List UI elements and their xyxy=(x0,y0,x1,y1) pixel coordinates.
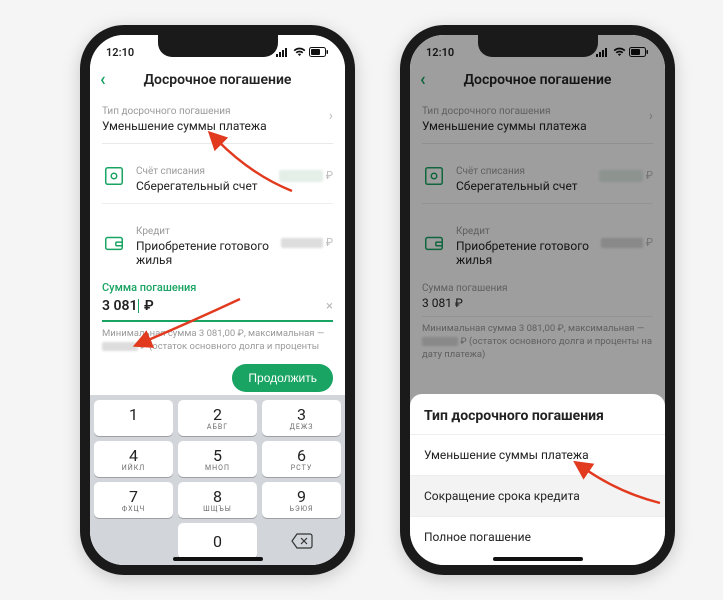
type-value: Уменьшение суммы платежа xyxy=(422,119,587,133)
divider xyxy=(422,203,653,204)
wallet-icon xyxy=(422,231,446,255)
repayment-type-row[interactable]: Тип досрочного погашения Уменьшение сумм… xyxy=(422,98,653,144)
account-balance: ₽ xyxy=(279,169,333,182)
credit-row[interactable]: Кредит Приобретение готового жилья ₽ xyxy=(422,218,653,267)
screen-left: 12:10 ‹ Досрочное погашение Тип досрочно… xyxy=(90,35,345,565)
phone-left: 12:10 ‹ Досрочное погашение Тип досрочно… xyxy=(80,25,355,575)
numeric-keyboard: 1 2АБВГ 3ДЕЖЗ 4ИЙКЛ 5МНОП 6РСТУ 7ФХЦЧ 8Ш… xyxy=(90,395,345,565)
amount-value: 3 081 ₽ xyxy=(422,296,653,310)
status-time: 12:10 xyxy=(106,46,134,59)
amount-label: Сумма погашения xyxy=(422,283,653,294)
notch xyxy=(478,35,598,57)
account-label: Счёт списания xyxy=(456,166,589,177)
credit-label: Кредит xyxy=(456,226,591,237)
amount-label: Сумма погашения xyxy=(102,281,333,294)
key-backspace[interactable] xyxy=(262,523,341,559)
signal-icon xyxy=(596,47,610,57)
amount-hint: Минимальная сумма 3 081,00 ₽, максимальн… xyxy=(422,323,653,361)
type-value: Уменьшение суммы платежа xyxy=(102,119,267,133)
content-left: Тип досрочного погашения Уменьшение сумм… xyxy=(90,98,345,395)
divider xyxy=(422,316,653,317)
home-indicator[interactable] xyxy=(493,557,583,561)
account-icon xyxy=(102,164,126,188)
amount-hint: Минимальная сумма 3 081,00 ₽, максимальн… xyxy=(102,328,333,354)
nav-bar: ‹ Досрочное погашение xyxy=(90,63,345,98)
account-icon xyxy=(422,164,446,188)
backspace-icon xyxy=(291,533,313,549)
type-bottom-sheet: Тип досрочного погашения Уменьшение сумм… xyxy=(410,394,665,565)
credit-label: Кредит xyxy=(136,226,271,237)
credit-row[interactable]: Кредит Приобретение готового жилья ₽ xyxy=(102,218,333,267)
clear-icon[interactable]: × xyxy=(326,299,333,314)
repayment-type-row[interactable]: Тип досрочного погашения Уменьшение сумм… xyxy=(102,98,333,144)
credit-balance: ₽ xyxy=(281,236,333,249)
notch xyxy=(158,35,278,57)
amount-value: 3 081 ₽ xyxy=(102,298,154,314)
status-icons xyxy=(276,47,329,57)
divider xyxy=(102,203,333,204)
key-1[interactable]: 1 xyxy=(94,400,173,436)
key-3[interactable]: 3ДЕЖЗ xyxy=(262,400,341,436)
credit-value: Приобретение готового жилья xyxy=(136,239,271,267)
amount-input[interactable]: 3 081 ₽ × xyxy=(102,294,333,322)
wifi-icon xyxy=(613,47,626,57)
account-label: Счёт списания xyxy=(136,166,269,177)
key-empty xyxy=(94,523,173,559)
key-6[interactable]: 6РСТУ xyxy=(262,441,341,477)
phone-right: 12:10 ‹ Досрочное погашение Тип досрочно… xyxy=(400,25,675,575)
status-icons xyxy=(596,47,649,57)
key-5[interactable]: 5МНОП xyxy=(178,441,257,477)
account-value: Сберегательный счет xyxy=(456,179,589,193)
chevron-right-icon: › xyxy=(649,108,653,124)
type-label: Тип досрочного погашения xyxy=(102,106,267,117)
key-4[interactable]: 4ИЙКЛ xyxy=(94,441,173,477)
home-indicator[interactable] xyxy=(173,557,263,561)
sheet-title: Тип досрочного погашения xyxy=(410,394,665,434)
type-label: Тип досрочного погашения xyxy=(422,106,587,117)
battery-icon xyxy=(309,47,329,57)
account-value: Сберегательный счет xyxy=(136,179,269,193)
chevron-right-icon: › xyxy=(329,108,333,124)
credit-balance: ₽ xyxy=(601,236,653,249)
key-9[interactable]: 9ЬЭЮЯ xyxy=(262,482,341,518)
screen-right: 12:10 ‹ Досрочное погашение Тип досрочно… xyxy=(410,35,665,565)
key-7[interactable]: 7ФХЦЧ xyxy=(94,482,173,518)
status-time: 12:10 xyxy=(426,46,454,59)
key-2[interactable]: 2АБВГ xyxy=(178,400,257,436)
page-title: Досрочное погашение xyxy=(420,72,655,88)
account-row[interactable]: Счёт списания Сберегательный счет ₽ xyxy=(102,158,333,193)
battery-icon xyxy=(629,47,649,57)
continue-button[interactable]: Продолжить xyxy=(232,364,333,392)
wallet-icon xyxy=(102,231,126,255)
sheet-option-full[interactable]: Полное погашение xyxy=(410,516,665,557)
account-row[interactable]: Счёт списания Сберегательный счет ₽ xyxy=(422,158,653,193)
wifi-icon xyxy=(293,47,306,57)
key-0[interactable]: 0 xyxy=(178,523,257,559)
sheet-option-reduce-payment[interactable]: Уменьшение суммы платежа xyxy=(410,434,665,475)
key-8[interactable]: 8ШЩЪЫ xyxy=(178,482,257,518)
credit-value: Приобретение готового жилья xyxy=(456,239,591,267)
nav-bar: ‹ Досрочное погашение xyxy=(410,63,665,98)
page-title: Досрочное погашение xyxy=(100,72,335,88)
account-balance: ₽ xyxy=(599,169,653,182)
sheet-option-reduce-term[interactable]: Сокращение срока кредита xyxy=(410,475,665,516)
signal-icon xyxy=(276,47,290,57)
